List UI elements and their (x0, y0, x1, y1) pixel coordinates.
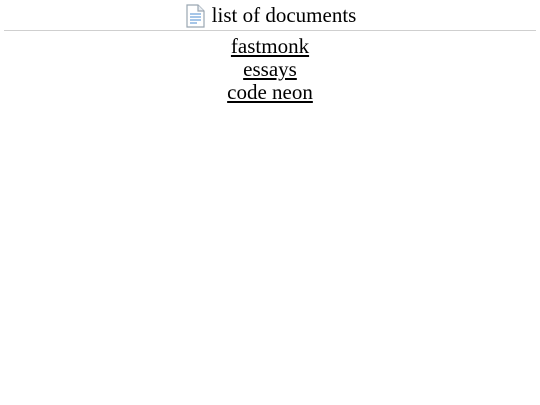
document-list: fastmonk essays code neon (0, 35, 540, 104)
list-item: essays (0, 58, 540, 81)
page-title: list of documents (211, 3, 357, 27)
document-link-essays[interactable]: essays (243, 57, 297, 81)
list-item: code neon (0, 81, 540, 104)
list-item: fastmonk (0, 35, 540, 58)
document-icon (184, 3, 206, 28)
page-header: list of documents (4, 0, 536, 31)
document-link-fastmonk[interactable]: fastmonk (231, 34, 309, 58)
document-link-code-neon[interactable]: code neon (227, 80, 313, 104)
